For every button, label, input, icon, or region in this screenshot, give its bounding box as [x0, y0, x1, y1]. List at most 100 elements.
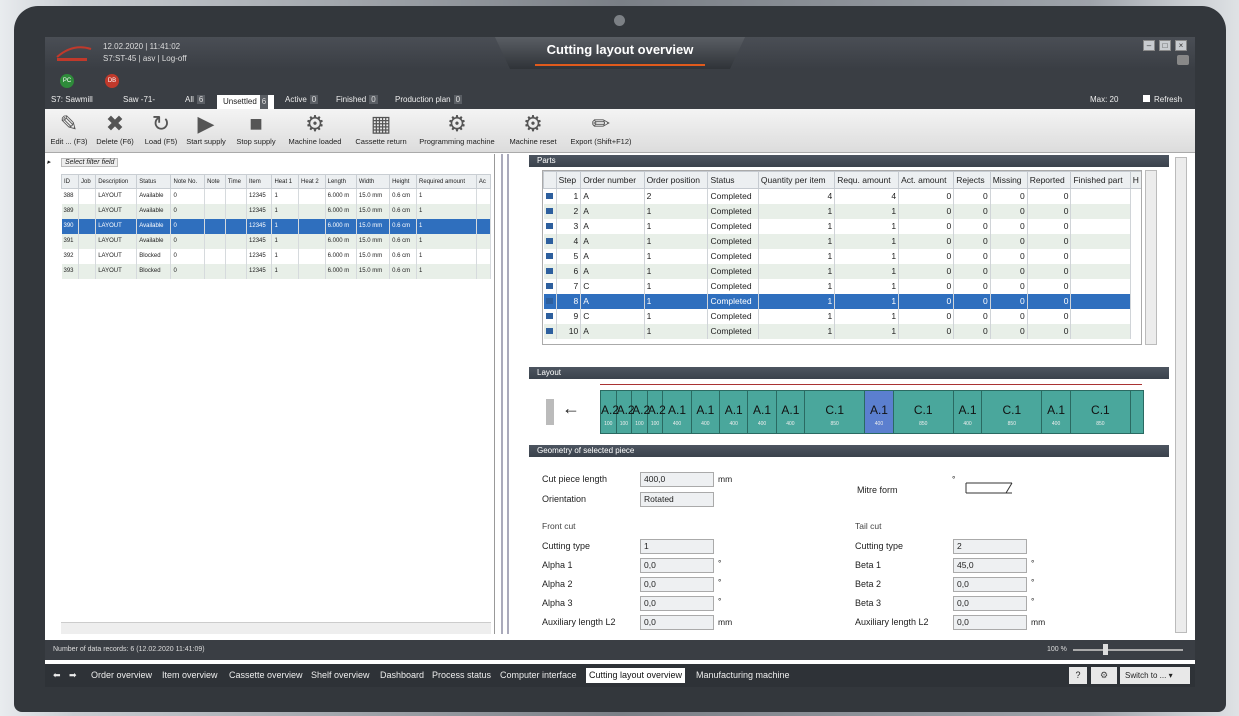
stop-button[interactable]: ■ Stop supply [231, 111, 281, 151]
column-header[interactable]: Status [136, 174, 172, 189]
column-header[interactable]: Rejects [953, 171, 991, 189]
splitter[interactable] [497, 154, 527, 634]
start-button[interactable]: ▶ Start supply [183, 111, 229, 151]
column-header[interactable]: Heat 2 [298, 174, 326, 189]
layout-piece[interactable]: A.1 400 [865, 391, 894, 433]
load-button[interactable]: ↻ Load (F5) [141, 111, 181, 151]
column-header[interactable]: Status [707, 171, 759, 189]
cassette-button[interactable]: ▦ Cassette return [350, 111, 412, 151]
alpha1-field[interactable]: 0,0 [640, 558, 714, 573]
layout-piece[interactable]: C.1 850 [982, 391, 1043, 433]
layout-piece[interactable]: C.1 850 [1071, 391, 1131, 433]
saw-select[interactable]: Saw -71- [123, 95, 155, 104]
nav-item[interactable]: Computer interface [500, 670, 577, 680]
table-row[interactable]: 389 LAYOUT Available 0 12345 1 6.000 m 15.0 mm 0… [61, 203, 492, 219]
machine-button[interactable]: ⚙ Machine reset [503, 111, 563, 151]
layout-piece[interactable]: A.2 100 [617, 391, 635, 433]
column-header[interactable]: Step [555, 171, 582, 189]
parts-row[interactable]: 5 A 1 Completed 1 1 0 0 0 0 [543, 248, 1142, 264]
column-header[interactable]: Note No. [170, 174, 206, 189]
layout-piece[interactable]: A.1 400 [720, 391, 749, 433]
nav-item[interactable]: Shelf overview [311, 670, 370, 680]
column-header[interactable]: Width [355, 174, 391, 189]
max-select[interactable]: Max: 20 [1090, 95, 1118, 104]
column-header[interactable]: Heat 1 [271, 174, 300, 189]
tail-aux-length-field[interactable]: 0,0 [953, 615, 1027, 630]
column-header[interactable] [543, 171, 557, 189]
nav-item[interactable]: Cutting layout overview [586, 668, 686, 683]
edit-button[interactable]: ✎ Edit ... (F3) [49, 111, 89, 151]
nav-back-icon[interactable]: ⬅ [53, 670, 61, 681]
column-header[interactable]: Time [224, 174, 248, 189]
table-row[interactable]: 391 LAYOUT Available 0 12345 1 6.000 m 15.0 mm 0… [61, 233, 492, 249]
parts-row[interactable]: 3 A 1 Completed 1 1 0 0 0 0 [543, 218, 1142, 234]
zoom-slider[interactable] [1073, 649, 1183, 651]
alpha2-field[interactable]: 0,0 [640, 577, 714, 592]
programming-button[interactable]: ⚙ Programming machine [414, 111, 500, 151]
column-header[interactable]: Order number [580, 171, 645, 189]
user-line[interactable]: S7:ST-45 | asv | Log-off [103, 54, 187, 63]
column-header[interactable]: Act. amount [898, 171, 955, 189]
layout-piece[interactable]: C.1 850 [894, 391, 954, 433]
layout-piece[interactable]: A.2 100 [601, 391, 619, 433]
column-header[interactable]: Description [95, 174, 138, 189]
parts-row[interactable]: 1 A 2 Completed 4 4 0 0 0 0 [543, 188, 1142, 204]
parts-row[interactable]: 8 A 1 Completed 1 1 0 0 0 0 [543, 293, 1142, 309]
column-header[interactable]: Quantity per item [757, 171, 836, 189]
parts-row[interactable]: 9 C 1 Completed 1 1 0 0 0 0 [543, 308, 1142, 324]
zoom-slider-thumb[interactable] [1103, 644, 1108, 655]
alpha3-field[interactable]: 0,0 [640, 596, 714, 611]
column-header[interactable]: Length [324, 174, 357, 189]
column-header[interactable]: H [1129, 171, 1141, 189]
table-row[interactable]: 392 LAYOUT Blocked 0 12345 1 6.000 m 15.0 mm 0.6… [61, 248, 492, 264]
close-button[interactable]: × [1175, 40, 1187, 51]
export-button[interactable]: ✏ Export (Shift+F12) [567, 111, 635, 151]
layout-piece[interactable]: A.2 100 [632, 391, 650, 433]
nav-item[interactable]: Dashboard [380, 670, 424, 680]
printer-icon[interactable] [1177, 55, 1189, 65]
column-header[interactable]: ID [61, 174, 79, 189]
beta2-field[interactable]: 0,0 [953, 577, 1027, 592]
arrow-left-icon[interactable]: ← [562, 398, 580, 419]
column-header[interactable]: Requ. amount [834, 171, 900, 189]
column-header[interactable]: Height [389, 174, 418, 189]
parts-row[interactable]: 7 C 1 Completed 1 1 0 0 0 0 [543, 278, 1142, 294]
delete-button[interactable]: ✖ Delete (F6) [91, 111, 139, 151]
tab-production-plan[interactable]: Production plan 0 [395, 95, 463, 104]
maximize-button[interactable]: □ [1159, 40, 1171, 51]
tab-unsettled[interactable]: Unsettled 6 [217, 95, 275, 109]
switch-to-dropdown[interactable]: Switch to ... ▾ [1120, 667, 1190, 684]
nav-item[interactable]: Manufacturing machine [696, 670, 790, 680]
layout-piece[interactable]: A.1 400 [1042, 391, 1071, 433]
parts-row[interactable]: 10 A 1 Completed 1 1 0 0 0 0 [543, 323, 1142, 339]
layout-piece[interactable]: A.1 400 [954, 391, 983, 433]
tab-all[interactable]: All 6 [185, 95, 206, 104]
nav-item[interactable]: Item overview [162, 670, 218, 680]
right-vertical-scrollbar[interactable] [1175, 157, 1187, 633]
tab-active[interactable]: Active 0 [285, 95, 319, 104]
nav-item[interactable]: Order overview [91, 670, 152, 680]
column-header[interactable]: Order position [643, 171, 709, 189]
column-header[interactable]: Reported [1026, 171, 1072, 189]
machine-button[interactable]: ⚙ Machine loaded [283, 111, 347, 151]
column-header[interactable]: Note [204, 174, 226, 189]
parts-row[interactable]: 2 A 1 Completed 1 1 0 0 0 0 [543, 203, 1142, 219]
layout-piece[interactable]: A.1 400 [663, 391, 692, 433]
tab-finished[interactable]: Finished 0 [336, 95, 378, 104]
table-row[interactable]: 390 LAYOUT Available 0 12345 1 6.000 m 15.0 mm 0… [61, 218, 492, 234]
settings-gear-icon[interactable]: ⚙ [1091, 667, 1117, 684]
table-row[interactable]: 388 LAYOUT Available 0 12345 1 6.000 m 15.0 mm 0… [61, 188, 492, 204]
parts-row[interactable]: 6 A 1 Completed 1 1 0 0 0 0 [543, 263, 1142, 279]
nav-forward-icon[interactable]: ➡ [69, 670, 77, 681]
column-header[interactable]: Missing [989, 171, 1028, 189]
refresh-checkbox[interactable]: Refresh [1143, 95, 1182, 104]
nav-item[interactable]: Process status [432, 670, 491, 680]
nav-item[interactable]: Cassette overview [229, 670, 303, 680]
layout-piece[interactable]: A.1 400 [692, 391, 721, 433]
table-row[interactable]: 393 LAYOUT Blocked 0 12345 1 6.000 m 15.0 mm 0.6… [61, 263, 492, 279]
beta3-field[interactable]: 0,0 [953, 596, 1027, 611]
minimize-button[interactable]: – [1143, 40, 1155, 51]
column-header[interactable]: Finished part [1070, 171, 1131, 189]
horizontal-scrollbar[interactable] [61, 622, 491, 634]
column-header[interactable]: Required amount [416, 174, 477, 189]
